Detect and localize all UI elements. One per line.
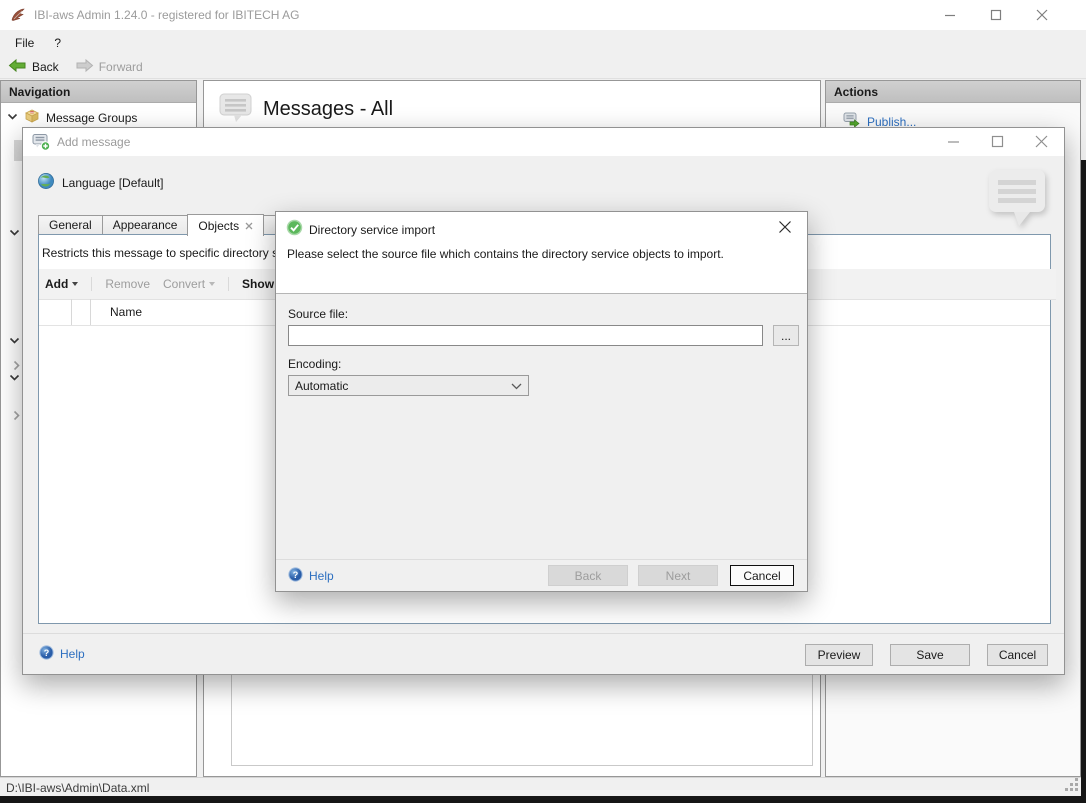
browse-button[interactable]: ... bbox=[773, 325, 799, 346]
language-label: Language [Default] bbox=[62, 176, 163, 190]
chevron-down-icon bbox=[72, 282, 78, 286]
back-button[interactable]: Back bbox=[548, 565, 628, 586]
cancel-button[interactable]: Cancel bbox=[987, 644, 1048, 666]
import-dialog-description: Please select the source file which cont… bbox=[287, 247, 724, 261]
chevron-down-icon[interactable] bbox=[9, 372, 20, 386]
next-button[interactable]: Next bbox=[638, 565, 718, 586]
back-icon bbox=[8, 58, 27, 76]
add-label: Add bbox=[45, 277, 68, 291]
chevron-right-icon[interactable] bbox=[11, 410, 22, 424]
resize-grip[interactable] bbox=[1065, 778, 1078, 794]
save-button[interactable]: Save bbox=[890, 644, 970, 666]
back-label: Back bbox=[32, 60, 59, 74]
close-icon[interactable] bbox=[1034, 7, 1050, 23]
import-dialog-header[interactable]: Directory service import Please select t… bbox=[276, 212, 807, 294]
language-row: Language [Default] bbox=[37, 172, 163, 193]
import-dialog-footer: ? Help Back Next Cancel bbox=[276, 559, 807, 592]
maximize-icon[interactable] bbox=[991, 135, 1004, 151]
close-icon[interactable] bbox=[1035, 135, 1048, 151]
footer-buttons: Preview Save Cancel bbox=[805, 644, 1048, 666]
dialog-controls bbox=[947, 135, 1048, 151]
tab-appearance[interactable]: Appearance bbox=[102, 215, 188, 235]
content-title: Messages - All bbox=[263, 98, 393, 121]
tab-general[interactable]: General bbox=[38, 215, 102, 235]
encoding-label: Encoding: bbox=[288, 357, 341, 371]
remove-button[interactable]: Remove bbox=[105, 277, 150, 291]
tab-close-icon[interactable] bbox=[245, 219, 253, 233]
add-message-footer: ? Help Preview Save Cancel bbox=[23, 633, 1064, 675]
forward-button[interactable]: Forward bbox=[67, 55, 151, 78]
help-link[interactable]: ? Help bbox=[39, 645, 85, 663]
screen-edge-bottom bbox=[0, 796, 1086, 803]
source-file-input[interactable] bbox=[288, 325, 763, 346]
chevron-down-icon[interactable] bbox=[7, 111, 18, 125]
selector-column-header[interactable] bbox=[39, 299, 72, 325]
language-globe-icon bbox=[37, 172, 55, 193]
toolbar-separator bbox=[228, 277, 229, 291]
menu-file[interactable]: File bbox=[5, 32, 44, 54]
message-watermark-icon bbox=[987, 166, 1049, 235]
chevron-down-icon[interactable] bbox=[9, 227, 20, 241]
maximize-icon[interactable] bbox=[988, 7, 1004, 23]
chevron-down-icon[interactable] bbox=[9, 335, 20, 349]
minimize-icon[interactable] bbox=[947, 135, 960, 151]
help-link[interactable]: ? Help bbox=[288, 567, 334, 585]
preview-button[interactable]: Preview bbox=[805, 644, 873, 666]
help-icon: ? bbox=[39, 645, 54, 663]
back-button[interactable]: Back bbox=[0, 55, 67, 78]
cancel-button[interactable]: Cancel bbox=[730, 565, 794, 586]
forward-icon bbox=[75, 58, 94, 76]
svg-text:?: ? bbox=[44, 648, 50, 658]
add-message-icon bbox=[32, 133, 51, 151]
help-icon: ? bbox=[288, 567, 303, 585]
help-label: Help bbox=[309, 569, 334, 583]
screen-edge-right bbox=[1081, 160, 1086, 803]
app-icon bbox=[10, 7, 26, 23]
toolbar-separator bbox=[91, 277, 92, 291]
minimize-icon[interactable] bbox=[942, 7, 958, 23]
add-button[interactable]: Add bbox=[45, 277, 78, 291]
chevron-down-icon bbox=[511, 379, 522, 393]
window-controls bbox=[942, 7, 1050, 23]
main-window-titlebar[interactable]: IBI-aws Admin 1.24.0 - registered for IB… bbox=[0, 0, 1086, 31]
tab-label: General bbox=[49, 218, 92, 232]
window-title: IBI-aws Admin 1.24.0 - registered for IB… bbox=[34, 8, 299, 22]
close-icon[interactable] bbox=[778, 220, 792, 237]
tab-label: Objects bbox=[198, 219, 239, 233]
add-message-titlebar[interactable]: Add message bbox=[23, 128, 1064, 156]
tree-item-label: Message Groups bbox=[46, 111, 137, 125]
import-dialog: Directory service import Please select t… bbox=[275, 211, 808, 592]
navigation-header: Navigation bbox=[1, 81, 196, 103]
screen: IBI-aws Admin 1.24.0 - registered for IB… bbox=[0, 0, 1086, 803]
remove-label: Remove bbox=[105, 277, 150, 291]
encoding-select[interactable]: Automatic bbox=[288, 375, 529, 396]
wizard-buttons: Back Next Cancel bbox=[548, 565, 794, 586]
tab-label: Appearance bbox=[113, 218, 178, 232]
source-file-label: Source file: bbox=[288, 307, 348, 321]
menubar: File ? bbox=[0, 30, 1086, 55]
menu-help[interactable]: ? bbox=[44, 32, 71, 54]
convert-button[interactable]: Convert bbox=[163, 277, 215, 291]
icon-column-header[interactable] bbox=[72, 299, 91, 325]
show-label: Show bbox=[242, 277, 274, 291]
status-path: D:\IBI-aws\Admin\Data.xml bbox=[6, 781, 149, 795]
svg-text:?: ? bbox=[293, 570, 299, 580]
add-message-title: Add message bbox=[57, 135, 130, 149]
tab-objects[interactable]: Objects bbox=[187, 214, 264, 236]
main-toolbar: Back Forward bbox=[0, 55, 1086, 79]
convert-label: Convert bbox=[163, 277, 205, 291]
import-wizard-icon bbox=[286, 219, 303, 239]
message-groups-icon bbox=[24, 108, 40, 127]
import-dialog-title: Directory service import bbox=[309, 223, 435, 237]
messages-icon bbox=[219, 92, 255, 127]
name-column-header[interactable]: Name bbox=[91, 305, 142, 319]
encoding-value: Automatic bbox=[295, 379, 348, 393]
tree-item-message-groups[interactable]: Message Groups bbox=[7, 108, 137, 127]
statusbar: D:\IBI-aws\Admin\Data.xml bbox=[0, 777, 1086, 797]
chevron-down-icon bbox=[209, 282, 215, 286]
forward-label: Forward bbox=[99, 60, 143, 74]
help-label: Help bbox=[60, 647, 85, 661]
actions-header: Actions bbox=[826, 81, 1080, 103]
